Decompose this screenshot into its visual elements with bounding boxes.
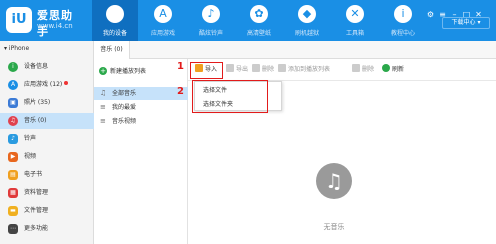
add-to-playlist-label: 添加到播放列表 bbox=[288, 66, 331, 73]
nav-apps-games[interactable]: A 应用游戏 bbox=[140, 0, 186, 41]
step-number-2: 2 bbox=[177, 86, 184, 97]
playlist-label: 全部音乐 bbox=[112, 90, 137, 97]
sidebar-item-label: 应用游戏 (12) bbox=[24, 81, 63, 88]
playlist-icon: ≡ bbox=[100, 103, 106, 111]
nav-flash-jailbreak[interactable]: ◆ 刷机越狱 bbox=[284, 0, 330, 41]
music-note-icon: ♫ bbox=[100, 89, 107, 97]
sidebar-item-label: 更多功能 bbox=[24, 225, 49, 232]
refresh-label: 刷新 bbox=[392, 66, 405, 73]
sidebar-item-ebooks[interactable]: ▤ 电子书 bbox=[0, 167, 94, 183]
sidebar-item-label: 电子书 bbox=[24, 171, 43, 178]
export-button[interactable]: 导出 bbox=[226, 64, 248, 76]
remove-label: 删除 bbox=[362, 66, 375, 73]
download-center-button[interactable]: 下载中心 ▾ bbox=[442, 17, 490, 29]
app-window: iU 爱思助手 www.i4.cn 我的设备 A 应用游戏 ♪ 酷炫铃声 ✿ 高… bbox=[0, 0, 496, 244]
sidebar-item-device-info[interactable]: i 设备信息 bbox=[0, 59, 94, 75]
nav-wallpapers[interactable]: ✿ 高清壁纸 bbox=[236, 0, 282, 41]
app-logo: iU 爱思助手 www.i4.cn bbox=[4, 4, 84, 38]
nav-label: 高清壁纸 bbox=[246, 30, 271, 37]
nav-label: 教程中心 bbox=[390, 30, 415, 37]
sidebar-item-file-management[interactable]: ▬ 文件管理 bbox=[0, 203, 94, 219]
info-icon: i bbox=[8, 62, 18, 72]
sidebar-item-data-management[interactable]: ▦ 资料管理 bbox=[0, 185, 94, 201]
device-header[interactable]: ▾ iPhone bbox=[0, 41, 94, 57]
new-playlist-label: 新建播放列表 bbox=[110, 68, 147, 75]
delete-icon bbox=[252, 64, 260, 72]
playlist-panel: + 新建播放列表 ♫ 全部音乐 ≡ 我的最爱 ≡ 音乐视频 bbox=[94, 59, 188, 244]
sidebar-item-apps[interactable]: A 应用游戏 (12) bbox=[0, 77, 94, 93]
step-number-1: 1 bbox=[177, 61, 184, 72]
plus-icon: + bbox=[99, 67, 107, 75]
tab-strip: 音乐 (0) bbox=[94, 41, 496, 59]
remove-icon bbox=[352, 64, 360, 72]
sidebar-item-photos[interactable]: ▣ 照片 (35) bbox=[0, 95, 94, 111]
appstore-icon: A bbox=[8, 80, 18, 90]
nav-label: 应用游戏 bbox=[150, 30, 175, 37]
highlight-box-import bbox=[190, 62, 223, 79]
highlight-box-menu bbox=[192, 80, 268, 113]
apple-icon bbox=[106, 5, 124, 23]
nav-label: 刷机越狱 bbox=[294, 30, 319, 37]
music-video-icon: ≡ bbox=[100, 117, 106, 125]
empty-state-label: 无音乐 bbox=[323, 223, 345, 231]
notification-dot bbox=[64, 81, 68, 85]
photo-icon: ▣ bbox=[8, 98, 18, 108]
nav-ringtones[interactable]: ♪ 酷炫铃声 bbox=[188, 0, 234, 41]
appstore-icon: A bbox=[154, 5, 172, 23]
contacts-icon: ▦ bbox=[8, 188, 18, 198]
cube-icon: ◆ bbox=[298, 5, 316, 23]
book-icon: ▤ bbox=[8, 170, 18, 180]
flower-icon: ✿ bbox=[250, 5, 268, 23]
bell-icon: ♪ bbox=[202, 5, 220, 23]
sidebar-item-label: 铃声 bbox=[24, 135, 37, 142]
nav-toolbox[interactable]: ✕ 工具箱 bbox=[332, 0, 378, 41]
nav-label: 酷炫铃声 bbox=[198, 30, 223, 37]
window-controls: ⚙ ≡ – □ ✕ bbox=[423, 2, 493, 19]
sidebar-item-video[interactable]: ▶ 视频 bbox=[0, 149, 94, 165]
export-icon bbox=[226, 64, 234, 72]
refresh-button[interactable]: 刷新 bbox=[382, 64, 404, 76]
tab-music[interactable]: 音乐 (0) bbox=[94, 41, 130, 59]
music-icon: ♫ bbox=[8, 116, 18, 126]
export-label: 导出 bbox=[236, 66, 249, 73]
tools-icon: ✕ bbox=[346, 5, 364, 23]
nav-my-device[interactable]: 我的设备 bbox=[92, 0, 138, 41]
delete-label: 删除 bbox=[262, 66, 275, 73]
sidebar-item-ringtones[interactable]: ♪ 铃声 bbox=[0, 131, 94, 147]
delete-button[interactable]: 删除 bbox=[252, 64, 274, 76]
folder-icon: ▬ bbox=[8, 206, 18, 216]
nav-tutorials[interactable]: i 教程中心 bbox=[380, 0, 426, 41]
sidebar-item-label: 文件管理 bbox=[24, 207, 49, 214]
device-sidebar: ▾ iPhone i 设备信息 A 应用游戏 (12) ▣ 照片 (35) ♫ … bbox=[0, 41, 94, 244]
sidebar-item-label: 照片 (35) bbox=[24, 99, 51, 106]
nav-label: 工具箱 bbox=[345, 30, 364, 37]
nav-label: 我的设备 bbox=[102, 30, 127, 37]
playlist-favorites[interactable]: ≡ 我的最爱 bbox=[94, 101, 188, 114]
playlist-label: 我的最爱 bbox=[112, 104, 137, 111]
playlist-music-videos[interactable]: ≡ 音乐视频 bbox=[94, 115, 188, 128]
music-toolbar: 导入 导出 删除 添加到播放列表 删除 刷新 bbox=[188, 59, 496, 81]
sidebar-item-music[interactable]: ♫ 音乐 (0) bbox=[0, 113, 94, 129]
music-note-icon: ♫ bbox=[316, 163, 352, 199]
playlist-label: 音乐视频 bbox=[112, 118, 137, 125]
sidebar-item-label: 视频 bbox=[24, 153, 37, 160]
remove-button[interactable]: 删除 bbox=[352, 64, 374, 76]
bell-icon: ♪ bbox=[8, 134, 18, 144]
sidebar-item-label: 音乐 (0) bbox=[24, 117, 47, 124]
add-playlist-icon bbox=[278, 64, 286, 72]
info-icon: i bbox=[394, 5, 412, 23]
settings-icon[interactable]: ⚙ bbox=[426, 10, 435, 19]
app-url: www.i4.cn bbox=[37, 22, 73, 30]
sidebar-item-more[interactable]: ⋯ 更多功能 bbox=[0, 221, 94, 237]
sidebar-item-label: 资料管理 bbox=[24, 189, 49, 196]
add-to-playlist-button[interactable]: 添加到播放列表 bbox=[278, 64, 330, 76]
more-icon: ⋯ bbox=[8, 224, 18, 234]
new-playlist-button[interactable]: + 新建播放列表 bbox=[99, 66, 146, 75]
logo-mark: iU bbox=[6, 7, 32, 33]
sidebar-item-label: 设备信息 bbox=[24, 63, 49, 70]
video-icon: ▶ bbox=[8, 152, 18, 162]
top-navigation-bar: iU 爱思助手 www.i4.cn 我的设备 A 应用游戏 ♪ 酷炫铃声 ✿ 高… bbox=[0, 0, 496, 41]
playlist-all-music[interactable]: ♫ 全部音乐 bbox=[94, 87, 188, 100]
refresh-icon bbox=[382, 64, 390, 72]
